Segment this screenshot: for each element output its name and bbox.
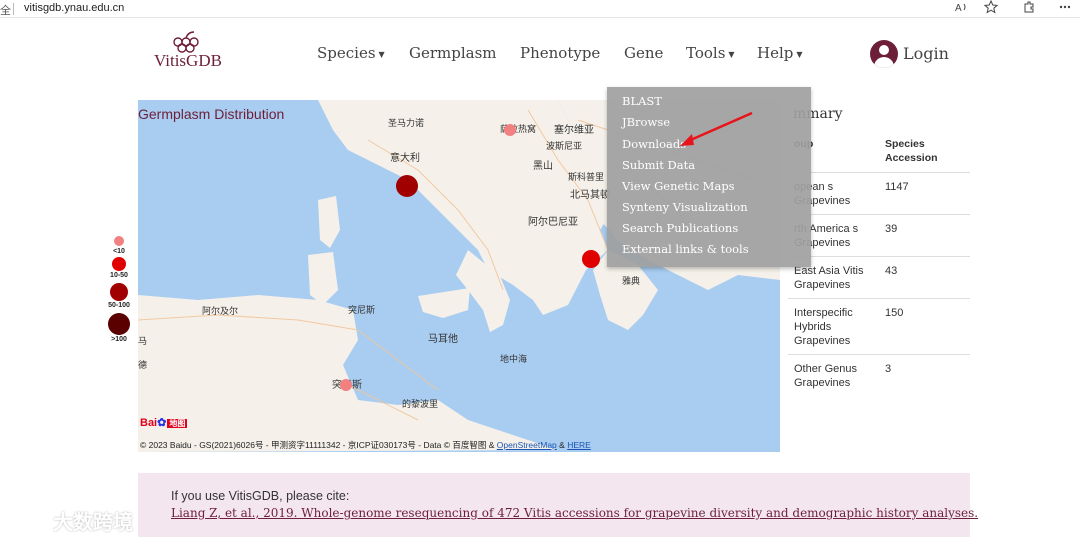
- germplasm-dot-greece[interactable]: [582, 250, 600, 268]
- map-label-north-macedonia: 北马其顿: [570, 190, 610, 201]
- map-label-montenegro: 黑山: [533, 161, 553, 172]
- read-aloud-icon[interactable]: A: [955, 0, 969, 17]
- user-avatar-icon: [870, 40, 898, 68]
- nav-germplasm-label: Germplasm: [409, 44, 497, 62]
- map-label-partial: 马: [138, 336, 148, 346]
- summary-count: 43: [885, 265, 898, 277]
- legend-dot-10-50: [112, 257, 126, 271]
- baidu-paw-icon: ✿: [157, 417, 167, 429]
- citation-link[interactable]: Liang Z, et al., 2019. Whole-genome rese…: [171, 506, 978, 520]
- map-amp: &: [556, 440, 568, 450]
- menu-item-submit-data[interactable]: Submit Data: [622, 158, 695, 172]
- nav-species[interactable]: Species ▼: [317, 44, 385, 62]
- legend-label-10-50: 10-50: [110, 272, 128, 279]
- legend-dot-50-100: [110, 283, 128, 301]
- summary-count: 150: [885, 307, 904, 319]
- map-label-athens: 雅典: [622, 276, 641, 286]
- logo-text: VitisGDB: [154, 51, 222, 70]
- legend-dot-lt10: [114, 236, 124, 246]
- favorite-star-icon[interactable]: [983, 0, 999, 17]
- menu-item-search-publications[interactable]: Search Publications: [622, 221, 738, 235]
- germplasm-dot-bosnia[interactable]: [504, 124, 516, 136]
- menu-item-external-links[interactable]: External links & tools: [622, 242, 749, 256]
- map-label-skopje: 斯科普里: [568, 172, 605, 182]
- menu-item-blast[interactable]: BLAST: [622, 94, 662, 108]
- legend-dot-gt100: [108, 313, 130, 335]
- table-row: opean s Grapevines 1147: [788, 172, 970, 214]
- legend-label-lt10: <10: [113, 248, 125, 255]
- nav-gene-label: Gene: [624, 44, 664, 62]
- caret-down-icon: ▼: [378, 49, 385, 59]
- watermark: 大数跨境: [10, 503, 133, 536]
- map-label-serbia: 塞尔维亚: [554, 125, 594, 136]
- caret-down-icon: ▼: [728, 49, 735, 59]
- germplasm-dot-tunisia[interactable]: [340, 379, 352, 391]
- menu-item-jbrowse[interactable]: JBrowse: [622, 115, 670, 129]
- nav-germplasm[interactable]: Germplasm: [409, 44, 497, 62]
- citation-box: If you use VitisGDB, please cite: Liang …: [138, 473, 978, 537]
- annotation-arrow-icon: [680, 111, 753, 146]
- map-label-san-marino: 圣马力诺: [388, 118, 425, 128]
- table-row: East Asia Vitis Grapevines 43: [788, 256, 970, 298]
- menu-item-view-genetic-maps[interactable]: View Genetic Maps: [622, 179, 735, 193]
- url-field[interactable]: vitisgdb.ynau.edu.cn: [24, 2, 124, 14]
- summary-group: Other Genus Grapevines: [794, 363, 857, 389]
- map-label-malta: 马耳他: [428, 334, 458, 345]
- table-row: Other Genus Grapevines 3: [788, 354, 970, 396]
- nav-help[interactable]: Help ▼: [757, 44, 803, 62]
- login-label: Login: [903, 44, 949, 63]
- nav-phenotype-label: Phenotype: [520, 44, 601, 62]
- map-label-tunis-city: 突尼斯: [348, 305, 376, 315]
- legend-label-gt100: >100: [111, 336, 127, 343]
- citation-intro: If you use VitisGDB, please cite:: [171, 489, 350, 503]
- map-label-albania: 阿尔巴尼亚: [528, 217, 578, 228]
- baidu-map-text: 地图: [167, 419, 188, 428]
- germplasm-dot-italy[interactable]: [396, 175, 418, 197]
- nav-help-label: Help: [757, 44, 794, 62]
- summary-count: 39: [885, 223, 898, 235]
- watermark-text: 大数跨境: [53, 512, 133, 534]
- map-label-italy: 意大利: [390, 153, 420, 164]
- map-label-mediterranean: 地中海: [500, 354, 528, 364]
- site-logo[interactable]: VitisGDB: [152, 30, 224, 76]
- browser-address-bar: 全 vitisgdb.ynau.edu.cn A: [0, 0, 1080, 18]
- legend-label-50-100: 50-100: [108, 302, 130, 309]
- baidu-logo: Bai✿ 地图: [140, 416, 188, 429]
- map-title: Germplasm Distribution: [138, 106, 285, 122]
- nav-gene[interactable]: Gene: [624, 44, 663, 62]
- nav-tools-label: Tools: [686, 44, 726, 62]
- map-label-bosnia: 波斯尼亚: [546, 141, 583, 151]
- map-label-algiers: 阿尔及尔: [202, 306, 239, 316]
- svg-text:A: A: [955, 3, 962, 14]
- summary-group: East Asia Vitis Grapevines: [794, 265, 864, 291]
- table-row: Interspecific Hybrids Grapevines 150: [788, 298, 970, 354]
- menu-item-synteny-visualization[interactable]: Synteny Visualization: [622, 200, 748, 214]
- table-row: rth America s Grapevines 39: [788, 214, 970, 256]
- summary-count: 1147: [885, 181, 909, 193]
- summary-table: oup Species Accession opean s Grapevines…: [788, 130, 970, 396]
- watermark-logo-icon: [12, 507, 48, 526]
- nav-tools[interactable]: Tools ▼: [686, 44, 735, 62]
- baidu-logo-text: Bai: [140, 417, 158, 429]
- nav-phenotype[interactable]: Phenotype: [520, 44, 600, 62]
- map-label-partial-2: 德: [138, 360, 148, 370]
- extensions-icon[interactable]: [1022, 0, 1036, 17]
- nav-species-label: Species: [317, 44, 376, 62]
- divider: [13, 3, 14, 15]
- map-copyright: © 2023 Baidu - GS(2021)6026号 - 甲测资字11111…: [140, 439, 591, 451]
- summary-header-row: oup Species Accession: [788, 130, 970, 172]
- openstreetmap-link[interactable]: OpenStreetMap: [497, 440, 557, 450]
- site-info-icon[interactable]: 全: [0, 2, 11, 18]
- here-link[interactable]: HERE: [567, 440, 591, 450]
- caret-down-icon: ▼: [796, 49, 803, 59]
- summary-header-accession: Species Accession: [885, 138, 938, 164]
- map-copyright-text: © 2023 Baidu - GS(2021)6026号 - 甲测资字11111…: [140, 440, 497, 450]
- map-label-tripoli: 的黎波里: [402, 399, 439, 409]
- summary-count: 3: [885, 363, 892, 375]
- summary-group: Interspecific Hybrids Grapevines: [794, 307, 853, 347]
- more-icon[interactable]: [1058, 0, 1072, 17]
